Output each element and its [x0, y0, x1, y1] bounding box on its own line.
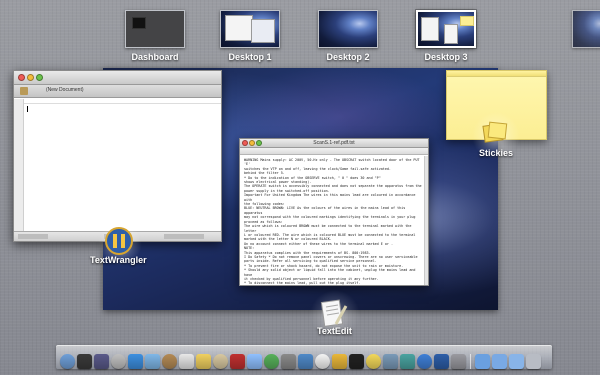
facetime-icon[interactable]	[264, 354, 279, 369]
thumb-window	[460, 16, 474, 26]
thumb-window	[444, 24, 458, 44]
minimize-button[interactable]	[27, 74, 34, 81]
trash-neighbour-icon[interactable]	[451, 354, 466, 369]
dashboard-widget	[132, 17, 146, 29]
minimize-button[interactable]	[249, 140, 255, 146]
textwrangler-icon[interactable]	[434, 354, 449, 369]
document-line: The wire which is coloured BROWN must be…	[244, 224, 412, 233]
document-line: Important For United Kingdom The wires i…	[244, 193, 416, 202]
space-thumb-partial[interactable]	[572, 10, 600, 48]
text-cursor	[27, 106, 28, 112]
textwrangler-label: TextWrangler	[90, 255, 147, 265]
stickies-label: Stickies	[479, 148, 514, 158]
close-button[interactable]	[18, 74, 25, 81]
launchpad-icon[interactable]	[111, 354, 126, 369]
trash-icon[interactable]	[526, 354, 541, 369]
dock-separator	[470, 354, 471, 369]
ruler-bar	[240, 148, 428, 155]
zoom-button[interactable]	[256, 140, 262, 146]
textedit-label: TextEdit	[317, 326, 352, 336]
utility-icon[interactable]	[383, 354, 398, 369]
zoom-button[interactable]	[36, 74, 43, 81]
space-thumb-desktop-2[interactable]	[318, 10, 378, 48]
thumb-window	[251, 19, 275, 43]
stickies-icon[interactable]	[366, 354, 381, 369]
document-line: BLUE: NEUTRAL BROWN: LIVE As the colours…	[244, 206, 406, 215]
status-segment	[18, 234, 48, 239]
dock-icons	[60, 349, 550, 369]
terminal-icon[interactable]	[349, 354, 364, 369]
scrollbar[interactable]	[424, 156, 428, 285]
textwrangler-icon[interactable]	[104, 226, 134, 256]
space-thumb-dashboard[interactable]	[125, 10, 185, 48]
thumb-window	[421, 17, 439, 41]
preview-icon[interactable]	[298, 354, 313, 369]
textedit-icon[interactable]	[315, 354, 330, 369]
system-preferences-icon[interactable]	[281, 354, 296, 369]
mission-control-icon[interactable]	[94, 354, 109, 369]
window-toolbar: (New Document)	[14, 85, 221, 98]
space-label-desktop-2: Desktop 2	[326, 52, 370, 62]
ical-icon[interactable]	[179, 354, 194, 369]
textedit-window[interactable]: ScanS.1-ref.pdf.txt WARNING Mains supply…	[239, 138, 429, 286]
document-text-area[interactable]: WARNING Mains supply: AC 200V, 50-Hz onl…	[240, 155, 428, 285]
space-label-desktop-3: Desktop 3	[424, 52, 468, 62]
app-store-icon[interactable]	[417, 354, 432, 369]
finder-icon[interactable]	[60, 354, 75, 369]
line-number-gutter	[14, 99, 24, 231]
documents-folder-icon[interactable]	[492, 354, 507, 369]
pencil-icon[interactable]	[20, 87, 28, 95]
window-titlebar[interactable]: ScanS.1-ref.pdf.txt	[240, 139, 428, 148]
document-line: WARNING Mains supply: AC 200V, 50-Hz onl…	[244, 158, 420, 167]
status-segment	[164, 234, 204, 239]
space-label-desktop-1: Desktop 1	[228, 52, 272, 62]
address-icon[interactable]	[213, 354, 228, 369]
chrome-icon[interactable]	[332, 354, 347, 369]
close-button[interactable]	[242, 140, 248, 146]
document-title: ScanS.1-ref.pdf.txt	[313, 140, 355, 146]
network-icon[interactable]	[400, 354, 415, 369]
textedit-icon[interactable]	[318, 298, 348, 328]
window-titlebar[interactable]	[14, 71, 221, 85]
space-thumb-desktop-3[interactable]	[416, 10, 476, 48]
sticky-titlebar[interactable]	[447, 71, 546, 77]
document-subtab	[24, 99, 221, 104]
textwrangler-window[interactable]: (New Document)	[13, 70, 222, 242]
stickies-icon[interactable]	[481, 119, 509, 147]
mail-icon[interactable]	[145, 354, 160, 369]
downloads-stack-icon[interactable]	[509, 354, 524, 369]
photo-booth-icon[interactable]	[230, 354, 245, 369]
itunes-icon[interactable]	[247, 354, 262, 369]
dashboard-icon[interactable]	[77, 354, 92, 369]
safari-icon[interactable]	[128, 354, 143, 369]
space-thumb-desktop-1[interactable]	[220, 10, 280, 48]
document-title: (New Document)	[46, 87, 84, 93]
contacts-icon[interactable]	[162, 354, 177, 369]
space-label-dashboard: Dashboard	[131, 52, 179, 62]
document-line: * Should any solid object or liquid fall…	[244, 268, 416, 277]
notes-icon[interactable]	[196, 354, 211, 369]
thumb-window	[225, 15, 253, 41]
applications-folder-icon[interactable]	[475, 354, 490, 369]
